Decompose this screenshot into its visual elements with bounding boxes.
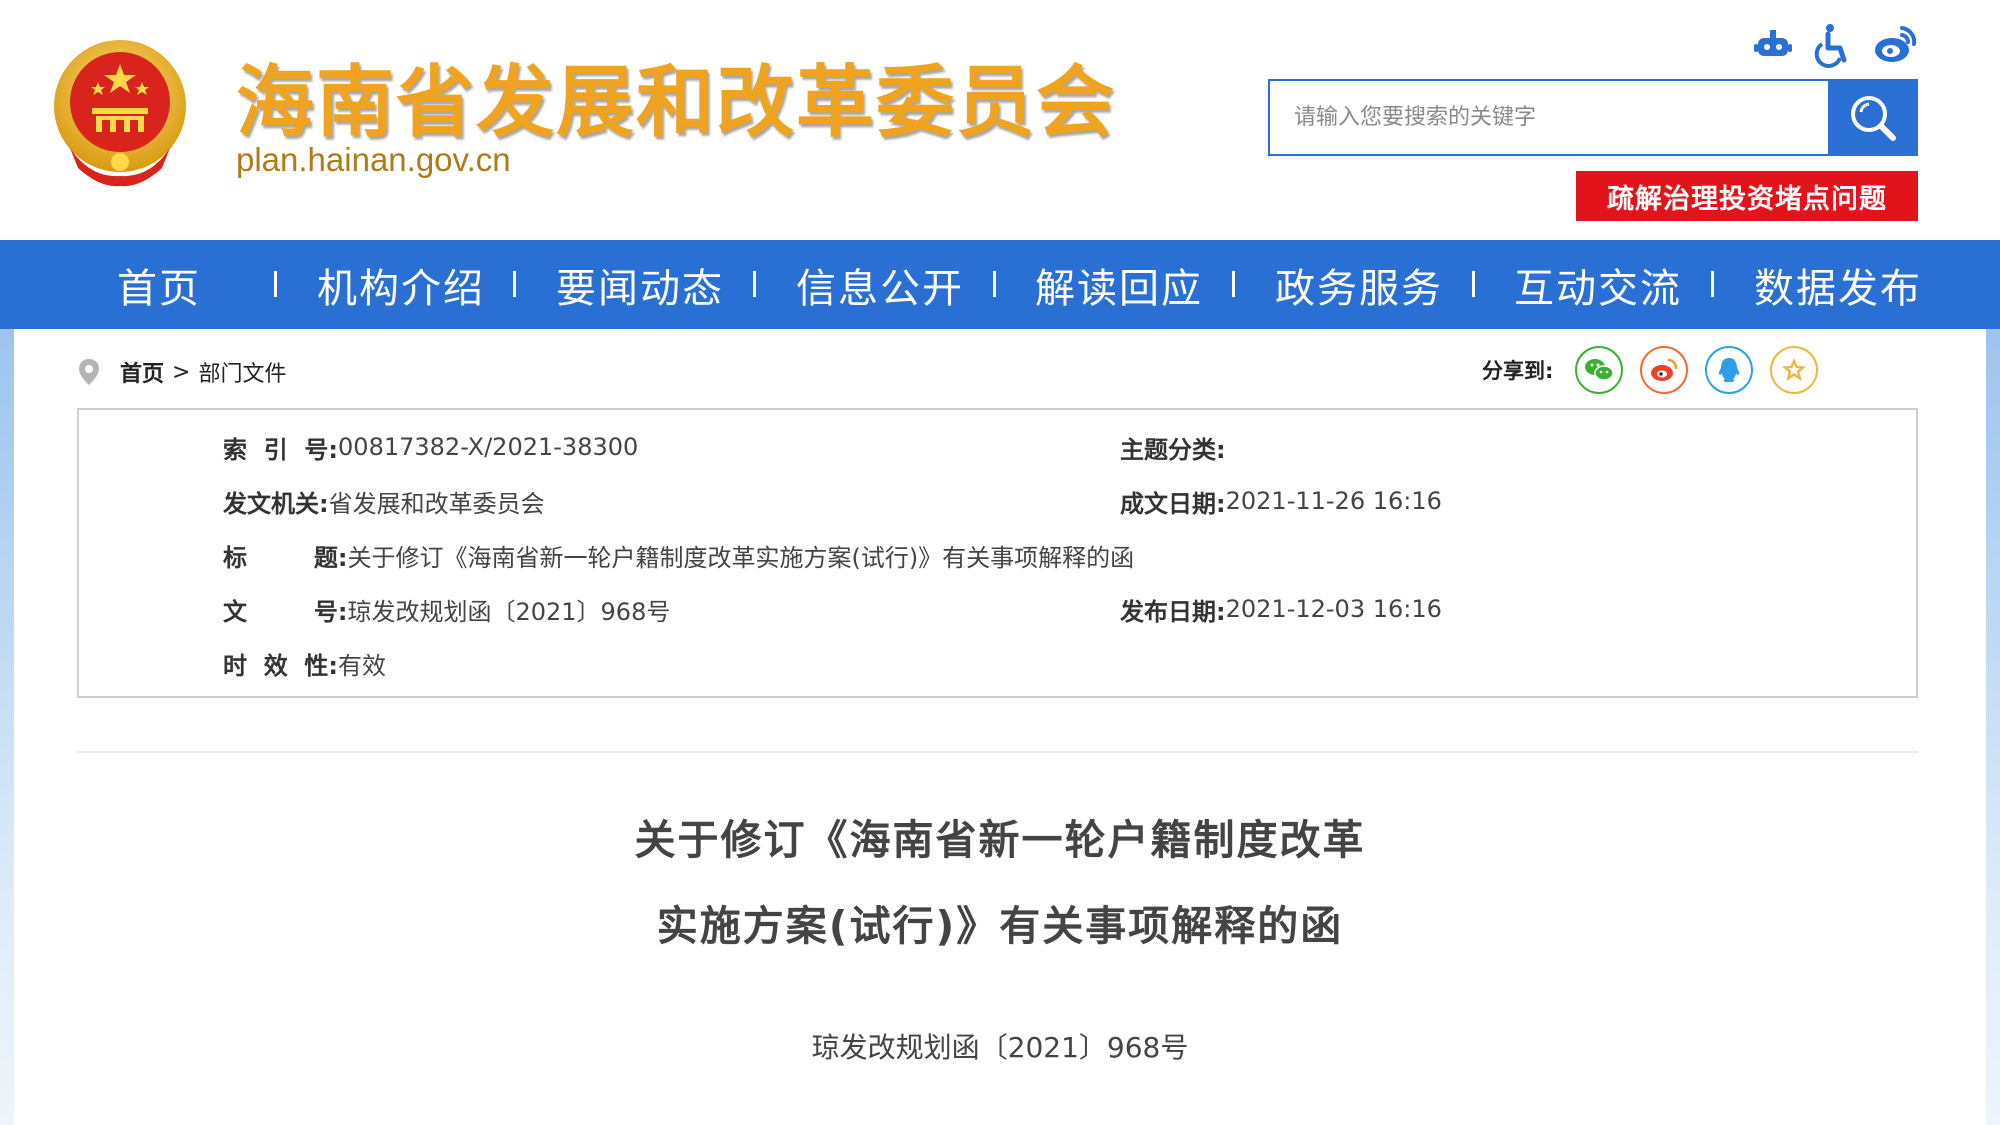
nav-separator (274, 271, 277, 297)
nav-item-services[interactable]: 政务服务 (1275, 240, 1443, 329)
document-meta-box: 索 引 号: 00817382-X/2021-38300 主题分类: 发文机关:… (77, 408, 1918, 698)
meta-published-date: 发布日期: 2021-12-03 16:16 (1120, 595, 1442, 626)
site-title[interactable]: 海南省发展和改革委员会 (236, 40, 1116, 152)
nav-item-home[interactable]: 首页 (117, 240, 201, 329)
share-favorite-button[interactable] (1770, 346, 1819, 394)
weibo-icon[interactable] (1872, 22, 1918, 68)
meta-topic: 主题分类: (1120, 435, 1226, 464)
meta-created-date: 成文日期: 2021-11-26 16:16 (1120, 487, 1442, 518)
investment-issue-button[interactable]: 疏解治理投资堵点问题 (1576, 171, 1918, 221)
nav-separator (1232, 271, 1235, 297)
nav-item-interpretation[interactable]: 解读回应 (1035, 240, 1203, 329)
search-input[interactable] (1270, 81, 1828, 154)
search-button[interactable] (1828, 79, 1918, 156)
top-icon-bar (1750, 22, 1920, 68)
main-nav: 首页 机构介绍 要闻动态 信息公开 解读回应 政务服务 互动交流 数据发布 (0, 240, 2000, 329)
nav-item-about[interactable]: 机构介绍 (317, 240, 485, 329)
search-box (1268, 79, 1828, 156)
share-wechat-button[interactable] (1575, 346, 1624, 394)
share-bar: 分享到: (1482, 344, 1835, 396)
share-weibo-button[interactable] (1640, 346, 1689, 394)
favorite-icon (1782, 358, 1807, 381)
page-side-left (0, 329, 14, 1125)
article-title-line-1: 关于修订《海南省新一轮户籍制度改革 (634, 816, 1366, 864)
nav-item-data[interactable]: 数据发布 (1754, 240, 1922, 329)
nav-separator (1711, 271, 1714, 297)
meta-validity: 时 效 性: 有效 (223, 651, 387, 680)
site-header: 海南省发展和改革委员会 plan.hainan.gov.cn 请输入您要搜索的关… (0, 0, 2000, 240)
article-title-line-2: 实施方案(试行)》有关事项解释的函 (656, 902, 1344, 950)
breadcrumb: 首页 > 部门文件 (78, 352, 286, 392)
nav-item-news[interactable]: 要闻动态 (556, 240, 724, 329)
qq-icon (1719, 358, 1740, 382)
search-icon (1851, 95, 1896, 141)
accessibility-icon[interactable] (1810, 22, 1856, 68)
nav-separator (993, 271, 996, 297)
weibo-icon (1651, 358, 1678, 381)
meta-doc-number: 文 号: 琼发改规划函〔2021〕968号 (223, 597, 671, 626)
share-qq-button[interactable] (1705, 346, 1754, 394)
location-pin-icon (79, 359, 99, 385)
wechat-icon (1585, 359, 1615, 381)
breadcrumb-home-link[interactable]: 首页 (120, 356, 164, 388)
site-domain: plan.hainan.gov.cn (236, 141, 511, 178)
meta-title: 标 题: 关于修订《海南省新一轮户籍制度改革实施方案(试行)》有关事项解释的函 (223, 543, 1135, 572)
national-emblem-icon (54, 40, 186, 187)
nav-item-disclosure[interactable]: 信息公开 (796, 240, 964, 329)
robot-icon[interactable] (1750, 22, 1796, 68)
nav-item-interaction[interactable]: 互动交流 (1514, 240, 1682, 329)
breadcrumb-current[interactable]: 部门文件 (198, 356, 286, 388)
meta-issuer: 发文机关: 省发展和改革委员会 (223, 489, 545, 518)
content-divider (77, 751, 1918, 753)
article-doc-number: 琼发改规划函〔2021〕968号 (811, 1031, 1189, 1064)
nav-separator (1472, 271, 1475, 297)
share-label: 分享到: (1482, 359, 1554, 383)
nav-separator (513, 271, 516, 297)
meta-index: 索 引 号: 00817382-X/2021-38300 (223, 433, 639, 464)
nav-separator (753, 271, 756, 297)
breadcrumb-separator: > (172, 359, 191, 385)
page-side-right (1986, 329, 2000, 1125)
